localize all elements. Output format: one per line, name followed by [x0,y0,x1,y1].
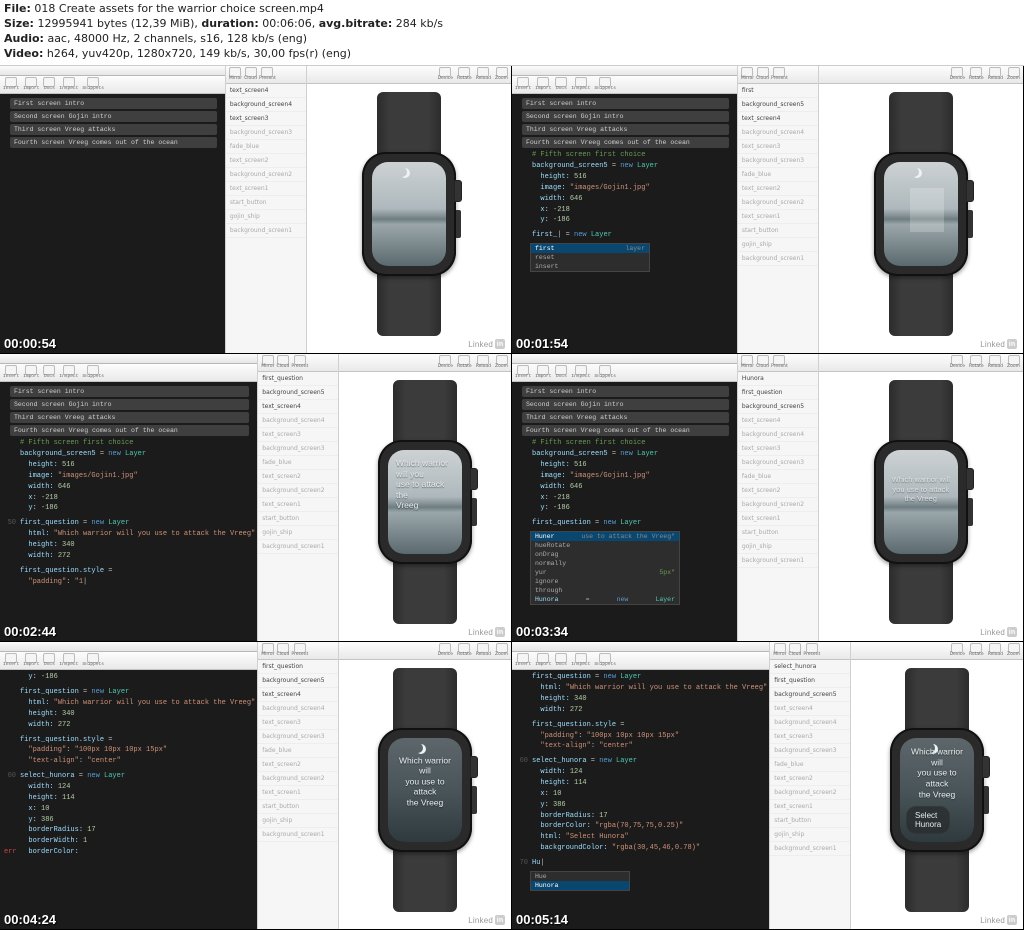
layer-item[interactable]: text_screen4 [226,84,306,98]
thumbnail-grid: Insert Import Docs Inspect Snippets Firs… [0,65,1024,930]
layer-item[interactable]: text_screen2 [258,470,338,484]
layer-item[interactable]: start_button [738,526,818,540]
layer-item[interactable]: background_screen3 [738,456,818,470]
select-hunora-button[interactable]: Select Hunora [906,806,950,834]
layer-item[interactable]: fade_blue [258,744,338,758]
layer-item[interactable]: start_button [738,224,818,238]
layer-item[interactable]: background_screen2 [258,772,338,786]
layer-item[interactable]: background_screen3 [226,126,306,140]
watch-preview [350,92,468,336]
layer-item[interactable]: text_screen4 [738,414,818,428]
layer-item[interactable]: first_question [258,372,338,386]
thumb-4: InsertImportDocsInspectSnippets First sc… [512,354,1024,642]
layer-item[interactable]: background_screen4 [258,414,338,428]
layer-item[interactable]: text_screen1 [738,210,818,224]
layer-item[interactable]: text_screen1 [738,512,818,526]
layer-item[interactable]: gojin_ship [258,814,338,828]
layer-item[interactable]: text_screen1 [258,786,338,800]
layer-item[interactable]: background_screen1 [738,554,818,568]
layer-item[interactable]: first [738,84,818,98]
file-header: File: 018 Create assets for the warrior … [0,0,1024,65]
layer-item[interactable]: start_button [258,800,338,814]
layer-item[interactable]: fade_blue [770,758,850,772]
layer-item[interactable]: background_screen3 [258,442,338,456]
layer-item[interactable]: fade_blue [738,470,818,484]
layer-item[interactable]: text_screen3 [258,428,338,442]
layer-item[interactable]: background_screen4 [258,702,338,716]
thumb-2: InsertImportDocsInspectSnippets First sc… [512,66,1024,354]
layer-item[interactable]: background_screen3 [770,744,850,758]
layer-item[interactable]: text_screen2 [226,154,306,168]
layer-item[interactable]: background_screen5 [738,98,818,112]
layer-item[interactable]: background_screen5 [258,674,338,688]
layer-item[interactable]: gojin_ship [770,828,850,842]
layer-item[interactable]: gojin_ship [738,238,818,252]
layer-item[interactable]: text_screen3 [738,140,818,154]
layer-item[interactable]: background_screen4 [738,428,818,442]
thumb-3: InsertImportDocsInspectSnippets First sc… [0,354,512,642]
layer-item[interactable]: background_screen2 [770,786,850,800]
layer-item[interactable]: background_screen3 [738,154,818,168]
layer-item[interactable]: text_screen1 [258,498,338,512]
layer-item[interactable]: text_screen1 [770,800,850,814]
layer-item[interactable]: background_screen4 [226,98,306,112]
layer-item[interactable]: background_screen2 [258,484,338,498]
layer-item[interactable]: gojin_ship [258,526,338,540]
linkedin-watermark: Linkedin [468,339,505,349]
layer-item[interactable]: gojin_ship [226,210,306,224]
layer-item[interactable]: background_screen1 [258,540,338,554]
layer-item[interactable]: fade_blue [738,168,818,182]
layer-item[interactable]: background_screen1 [770,842,850,856]
layer-item[interactable]: background_screen2 [738,498,818,512]
layer-item[interactable]: text_screen3 [738,442,818,456]
layer-item[interactable]: background_screen1 [258,828,338,842]
layer-item[interactable]: background_screen4 [770,716,850,730]
layer-item[interactable]: start_button [226,196,306,210]
timestamp: 00:00:54 [4,336,56,351]
layer-item[interactable]: background_screen4 [738,126,818,140]
thumb-1: Insert Import Docs Inspect Snippets Firs… [0,66,512,354]
layer-item[interactable]: select_hunora [770,660,850,674]
layer-item[interactable]: text_screen2 [258,758,338,772]
thumb-5: InsertImportDocsInspectSnippets y: -186 … [0,642,512,930]
layer-item[interactable]: background_screen5 [258,386,338,400]
layer-item[interactable]: text_screen3 [226,112,306,126]
autocomplete-popup[interactable]: firstlayer reset insert [530,243,650,272]
layer-item[interactable]: Hunora [738,372,818,386]
layer-item[interactable]: text_screen2 [770,772,850,786]
thumb-6: InsertImportDocsInspectSnippets first_qu… [512,642,1024,930]
layer-item[interactable]: first_question [738,386,818,400]
layer-item[interactable]: fade_blue [226,140,306,154]
layer-item[interactable]: text_screen3 [258,716,338,730]
layer-item[interactable]: text_screen4 [770,702,850,716]
layer-item[interactable]: text_screen2 [738,182,818,196]
layer-item[interactable]: first_question [258,660,338,674]
layer-item[interactable]: start_button [770,814,850,828]
layer-item[interactable]: fade_blue [258,456,338,470]
layer-item[interactable]: background_screen1 [226,224,306,238]
layer-item[interactable]: text_screen2 [738,484,818,498]
watch-question: Which warrior will you use to attack the… [394,458,456,511]
layer-item[interactable]: background_screen2 [738,196,818,210]
layer-item[interactable]: text_screen4 [258,688,338,702]
layer-item[interactable]: background_screen3 [258,730,338,744]
layer-item[interactable]: background_screen5 [738,400,818,414]
layer-item[interactable]: start_button [258,512,338,526]
layer-item[interactable]: text_screen4 [258,400,338,414]
layer-item[interactable]: gojin_ship [738,540,818,554]
editor-toolbar: Insert Import Docs Inspect Snippets [0,76,225,94]
layer-item[interactable]: text_screen4 [738,112,818,126]
layer-item[interactable]: text_screen1 [226,182,306,196]
layer-item[interactable]: first_question [770,674,850,688]
layers-list: text_screen4background_screen4text_scree… [226,84,306,238]
layer-item[interactable]: background_screen5 [770,688,850,702]
layer-item[interactable]: background_screen2 [226,168,306,182]
layer-item[interactable]: text_screen3 [770,730,850,744]
layer-item[interactable]: background_screen1 [738,252,818,266]
